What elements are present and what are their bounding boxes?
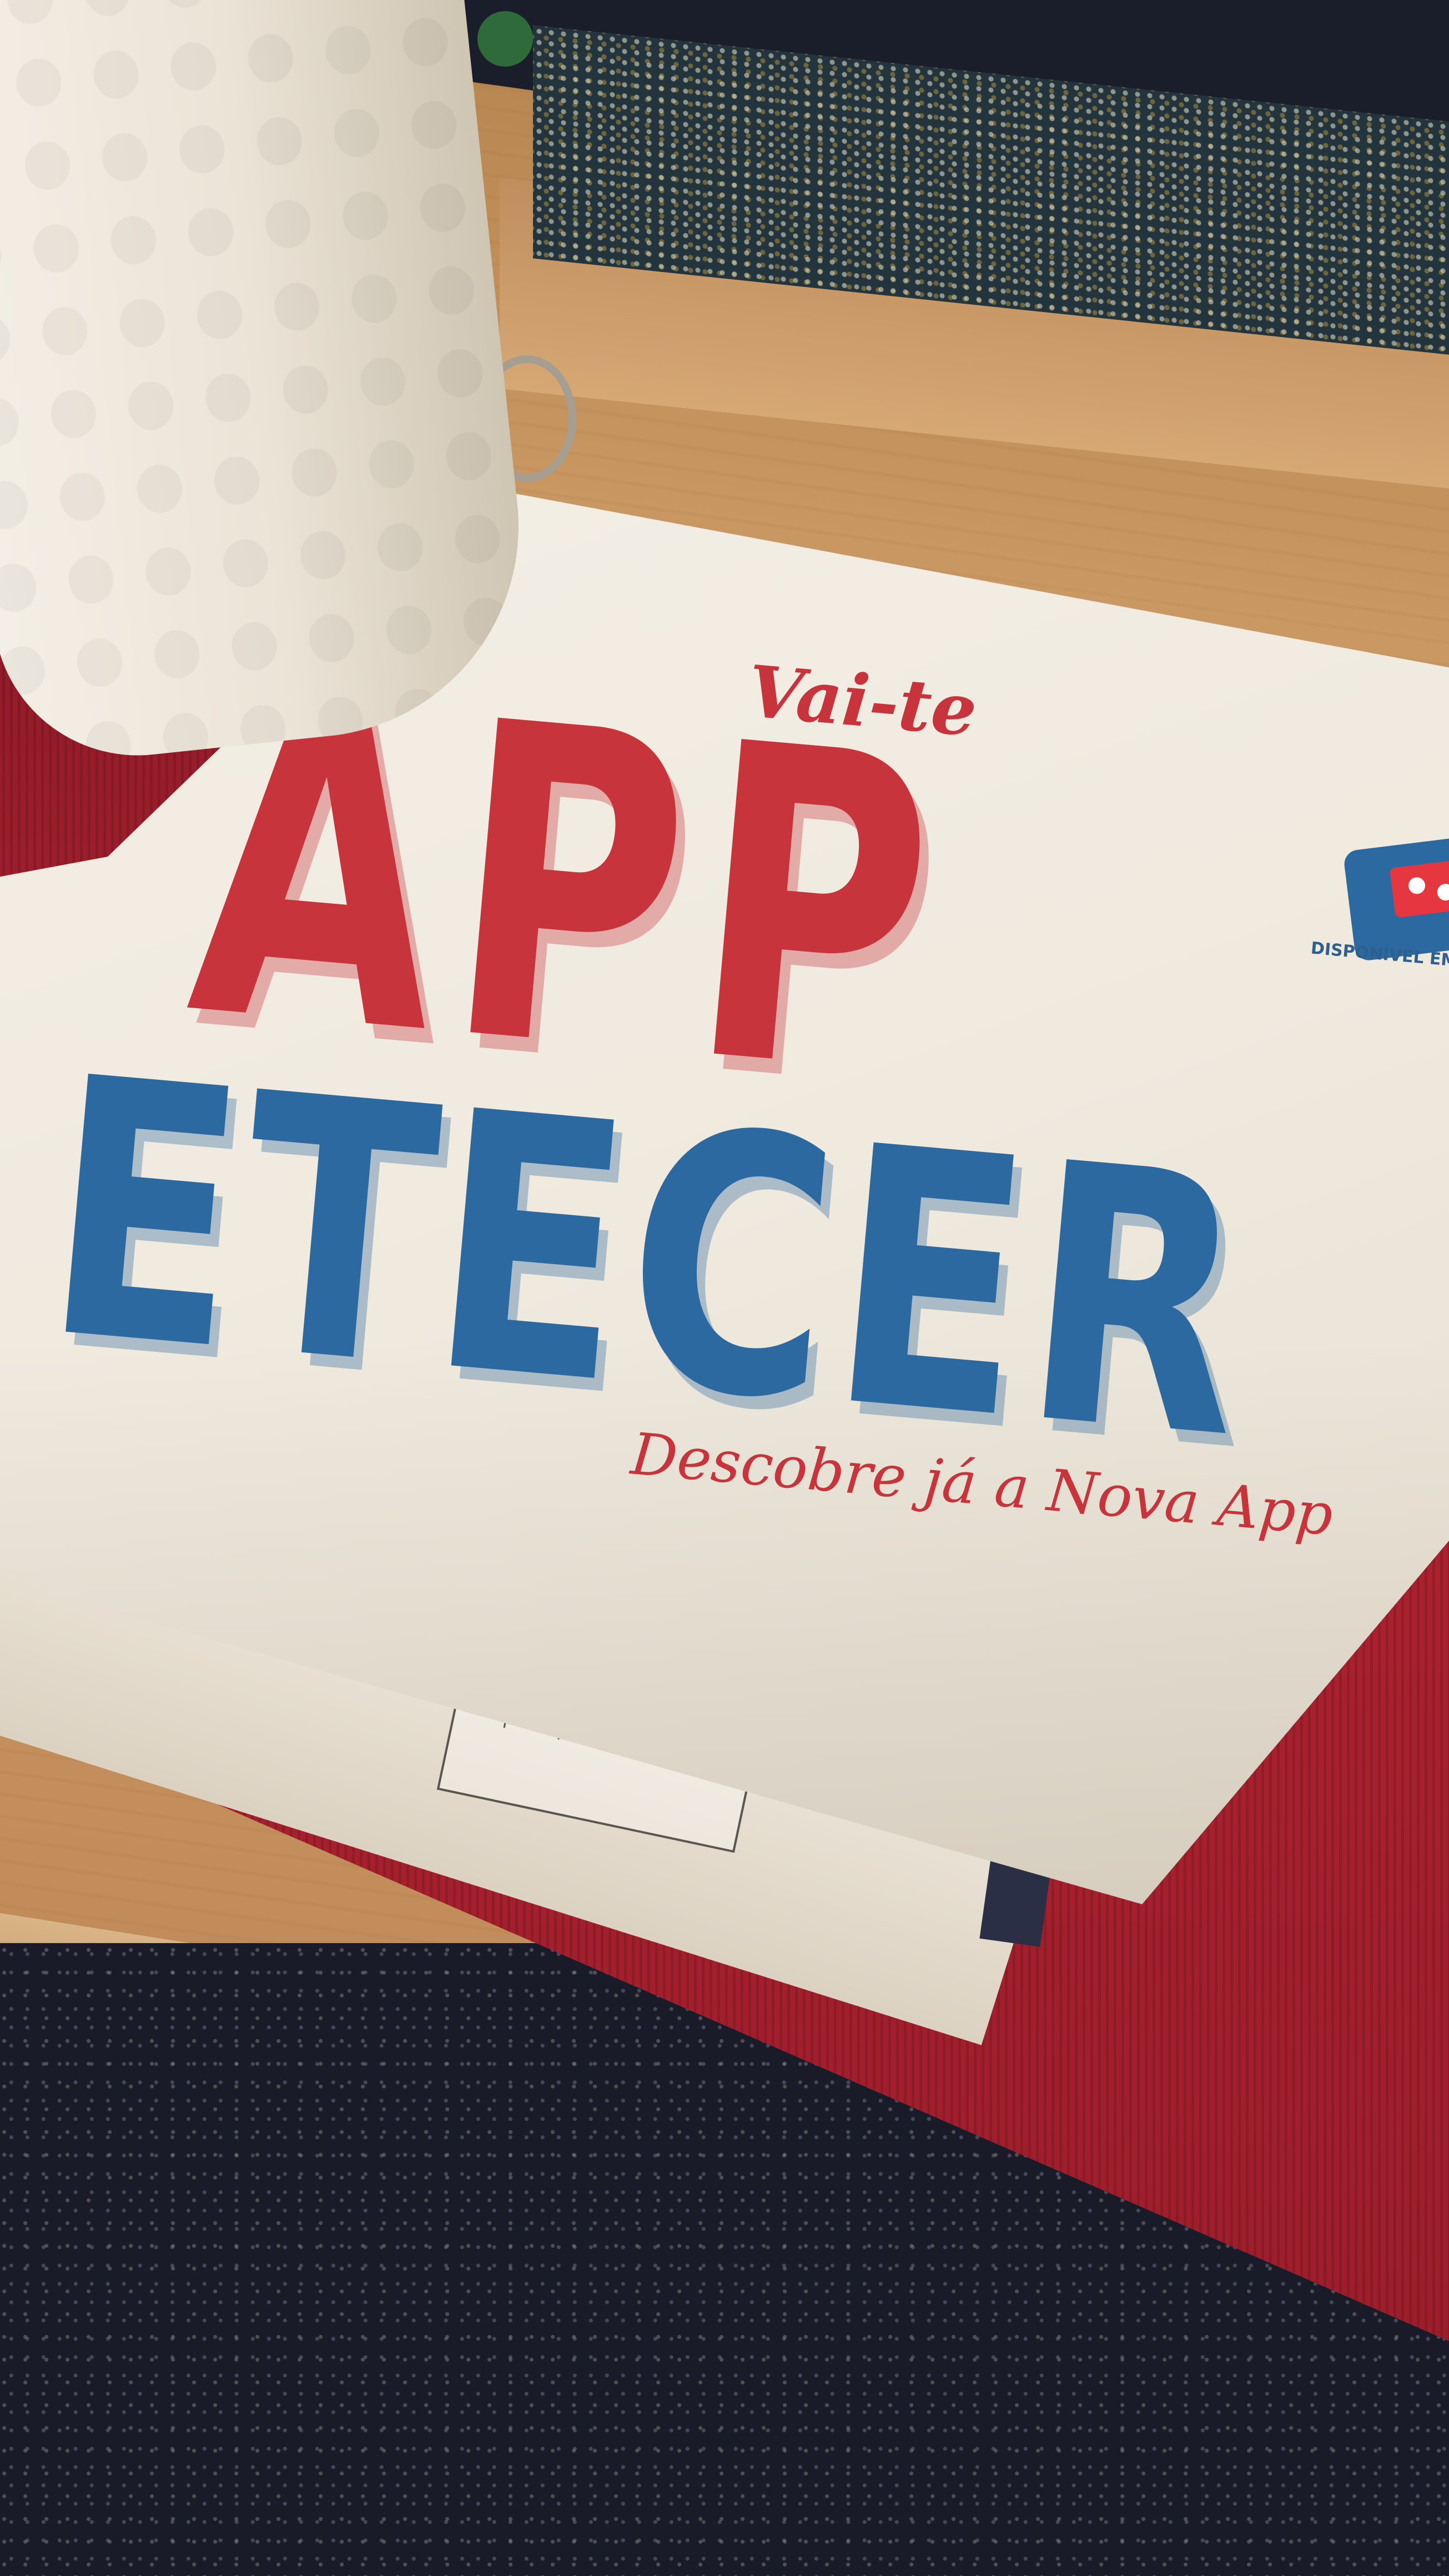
photo-scene: Vai-te APP ETECER Descobre já a Nova App… — [0, 0, 1449, 2576]
headline-bottom: ETECER — [33, 1000, 1265, 1518]
domino-tile-icon — [1389, 858, 1449, 918]
paper-towel-roll — [0, 0, 540, 770]
